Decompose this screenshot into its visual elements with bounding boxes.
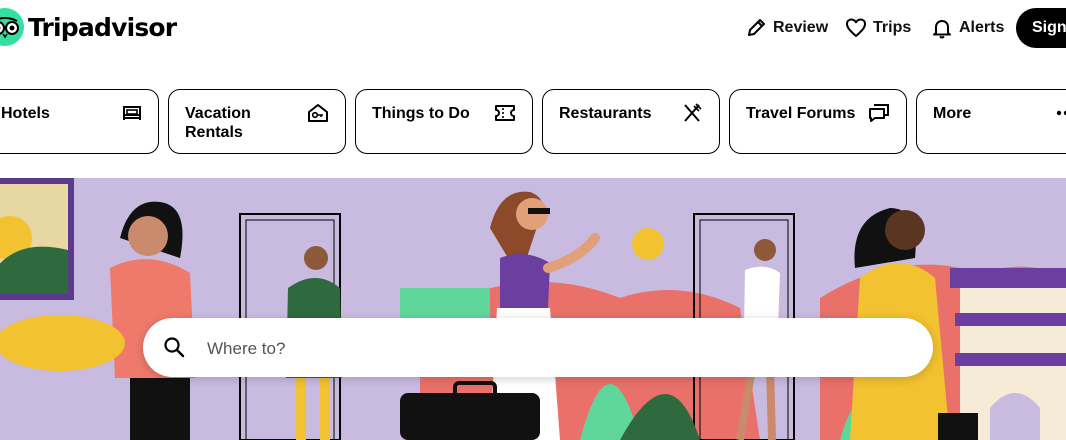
- nav-trips-label: Trips: [873, 19, 912, 36]
- owl-logo-icon: [0, 8, 24, 46]
- pencil-icon: [748, 19, 765, 36]
- category-things-to-do-label: Things to Do: [372, 105, 470, 122]
- category-vacation-rentals-label: Vacation Rentals: [185, 105, 251, 141]
- nav-review[interactable]: Review: [745, 14, 828, 42]
- category-vacation-rentals[interactable]: Vacation Rentals: [168, 89, 346, 154]
- house-key-icon: [308, 104, 328, 122]
- chat-bubbles-icon: [869, 104, 889, 122]
- bed-icon: [123, 106, 141, 120]
- category-travel-forums[interactable]: Travel Forums: [729, 89, 907, 154]
- tripadvisor-logo[interactable]: Tripadvisor: [0, 8, 177, 46]
- category-travel-forums-label: Travel Forums: [746, 105, 856, 122]
- category-hotels-label: Hotels: [1, 105, 50, 122]
- sign-in-button[interactable]: Sign: [1016, 8, 1066, 48]
- nav-trips[interactable]: Trips: [845, 14, 911, 42]
- search-bar[interactable]: [143, 318, 933, 379]
- category-hotels[interactable]: Hotels: [0, 89, 159, 154]
- category-more-label: More: [933, 105, 972, 122]
- search-input[interactable]: [205, 318, 909, 379]
- top-header: Tripadvisor Review Trips Alerts Sign: [0, 0, 1066, 60]
- category-things-to-do[interactable]: Things to Do: [355, 89, 533, 154]
- nav-alerts[interactable]: Alerts: [931, 14, 1004, 42]
- category-restaurants[interactable]: Restaurants: [542, 89, 720, 154]
- category-restaurants-label: Restaurants: [559, 105, 652, 122]
- nav-alerts-label: Alerts: [959, 19, 1005, 36]
- category-more[interactable]: More: [916, 89, 1066, 154]
- heart-icon: [846, 18, 866, 37]
- hero-banner: [0, 178, 1066, 440]
- ticket-icon: [495, 105, 515, 121]
- brand-name: Tripadvisor: [28, 12, 177, 42]
- utensils-icon: [684, 103, 702, 122]
- nav-review-label: Review: [773, 19, 829, 36]
- travelers-illustration: [0, 178, 1066, 440]
- more-dots-icon: [1056, 110, 1066, 116]
- bell-icon: [933, 20, 951, 39]
- search-icon: [164, 337, 185, 358]
